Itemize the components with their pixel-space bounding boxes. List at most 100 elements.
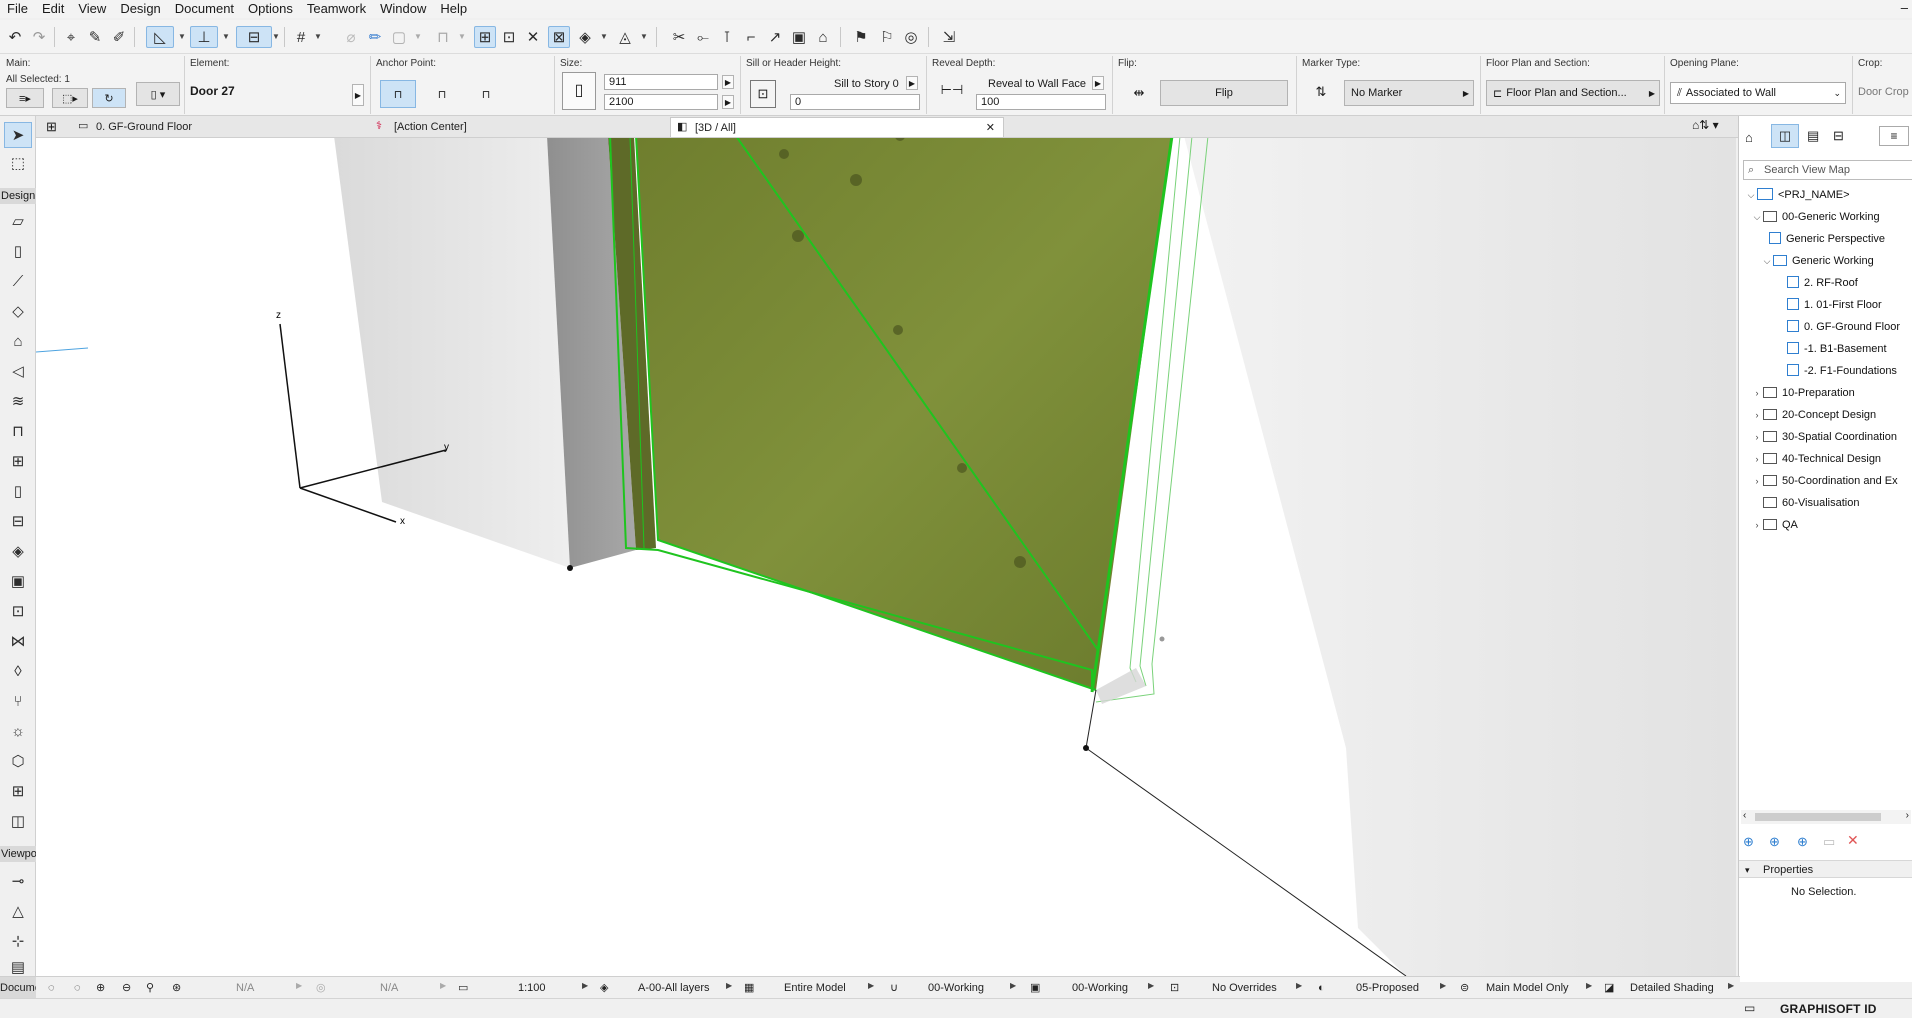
eyedropper-icon[interactable]: ✎ [84, 26, 106, 48]
layout-book-icon[interactable]: ▤ [1807, 128, 1819, 144]
syringe-icon[interactable]: ✐ [108, 26, 130, 48]
fillet-icon[interactable]: ⌐ [740, 26, 762, 48]
selection-filter-button[interactable]: ≡▸ [6, 88, 44, 108]
tree-folder[interactable]: ⌵ Generic Working [1761, 250, 1874, 272]
undo-icon[interactable]: ↶ [4, 26, 26, 48]
zoom-out-icon[interactable]: ⊖ [122, 977, 131, 999]
tab-3d-all[interactable]: ◧ [3D / All] ✕ [670, 117, 1004, 137]
sill-input[interactable]: 0 [790, 94, 920, 110]
tree-root[interactable]: ⌵ <PRJ_NAME> [1745, 184, 1850, 206]
column-tool-icon[interactable]: ▯ [7, 240, 29, 262]
right-wall-face[interactable] [1184, 138, 1736, 976]
section-tool-icon[interactable]: ◫ [7, 810, 29, 832]
morph-tool-icon[interactable]: ◊ [7, 660, 29, 682]
scroll-thumb[interactable] [1755, 813, 1881, 821]
railing-tool-icon[interactable]: ⊓ [7, 420, 29, 442]
tree-folder[interactable]: ⌵ 00-Generic Working [1751, 206, 1880, 228]
tree-folder[interactable]: › 30-Spatial Coordination [1751, 426, 1897, 448]
navigation-icon[interactable]: ◬ [614, 26, 636, 48]
section-marker-icon[interactable]: ⊸ [7, 870, 29, 892]
cut-icon[interactable]: ✂ [668, 26, 690, 48]
opening-tool-icon[interactable]: ▣ [7, 570, 29, 592]
document-section-header[interactable]: Docume [0, 977, 36, 999]
model-view-option[interactable]: Entire Model [784, 977, 846, 999]
viewpoint-section-header[interactable]: Viewpoi [0, 846, 36, 862]
beam-tool-icon[interactable]: ⟋ [7, 270, 29, 292]
adjust-icon[interactable]: ⟜ [692, 26, 714, 48]
chevron-right-icon[interactable]: ▶ [868, 981, 874, 990]
publisher-icon[interactable]: ⊟ [1833, 128, 1844, 144]
dimension-standard[interactable]: 00-Working [1072, 977, 1128, 999]
close-3d-icon[interactable]: ✕ [522, 26, 544, 48]
layers-icon[interactable]: ◈ [600, 977, 608, 999]
chevron-right-icon[interactable]: ▶ [582, 981, 588, 990]
sill-arrow[interactable]: ▶ [906, 76, 918, 90]
teamwork-icon[interactable]: ◎ [900, 26, 922, 48]
menu-options[interactable]: Options [241, 0, 300, 18]
chevron-right-icon[interactable]: ▶ [440, 981, 446, 990]
settings-icon[interactable]: ▭ [1823, 834, 1835, 850]
anchor-center-button[interactable]: ⊓ [424, 80, 460, 108]
mep-tool-icon[interactable]: ⬡ [7, 750, 29, 772]
door-leaf[interactable] [636, 138, 1172, 690]
chevron-right-icon[interactable]: ▶ [726, 981, 732, 990]
model-view-icon[interactable]: ▦ [744, 977, 754, 999]
3d-viewport[interactable]: z y x [36, 138, 1736, 976]
zoom-in-icon[interactable]: ⊕ [96, 977, 105, 999]
rotation-icon[interactable]: ◎ [316, 977, 326, 999]
anchor-left-button[interactable]: ⊓ [380, 80, 416, 108]
chevron-down-icon[interactable]: ▼ [600, 32, 608, 41]
menu-teamwork[interactable]: Teamwork [300, 0, 373, 18]
hotspot[interactable] [1159, 636, 1165, 642]
zone-tool-icon[interactable]: ⊡ [7, 600, 29, 622]
skylight-tool-icon[interactable]: ◈ [7, 540, 29, 562]
tree-view[interactable]: -1. B1-Basement [1787, 338, 1887, 360]
width-arrow[interactable]: ▶ [722, 75, 734, 89]
marquee-3d-icon[interactable]: ⊠ [548, 26, 570, 48]
find-select-icon[interactable]: ⌖ [60, 26, 82, 48]
3d-style[interactable]: Detailed Shading [1630, 977, 1714, 999]
3d-cutting-planes-icon[interactable]: ⊡ [498, 26, 520, 48]
walk-icon[interactable]: ⚲ [146, 977, 154, 999]
element-arrow[interactable]: ▶ [352, 84, 364, 106]
close-icon[interactable]: ✕ [986, 118, 995, 138]
elevation-marker-icon[interactable]: ⊺ [716, 26, 738, 48]
opening-plane-select[interactable]: ⫽ Associated to Wall ⌄ [1670, 82, 1846, 104]
anchor-right-button[interactable]: ⊓ [468, 80, 504, 108]
chevron-down-icon[interactable]: ▼ [222, 32, 230, 41]
dimension-icon[interactable]: ▣ [1030, 977, 1040, 999]
tree-folder[interactable]: › 20-Concept Design [1751, 404, 1876, 426]
structural-display[interactable]: Main Model Only [1486, 977, 1569, 999]
undo-view-icon[interactable]: ◌ [48, 977, 55, 999]
menu-icon[interactable]: ≡ [1879, 126, 1909, 146]
height-arrow[interactable]: ▶ [722, 95, 734, 109]
chevron-right-icon[interactable]: ▶ [1148, 981, 1154, 990]
curtain-wall-tool-icon[interactable]: ⊞ [7, 450, 29, 472]
chevron-right-icon[interactable]: ▶ [1728, 981, 1734, 990]
trace-icon[interactable]: ▢ [388, 26, 410, 48]
shell-tool-icon[interactable]: ◁ [7, 360, 29, 382]
window-tool-icon[interactable]: ⊟ [7, 510, 29, 532]
menu-help[interactable]: Help [433, 0, 474, 18]
curve-icon[interactable]: ↗ [764, 26, 786, 48]
orbit-icon[interactable]: ◈ [574, 26, 596, 48]
new-folder-icon[interactable]: ⊕ [1797, 834, 1808, 850]
snap-guides-icon[interactable]: ⊥ [190, 26, 218, 48]
panel-icon[interactable]: ▭ [1744, 1001, 1755, 1015]
tree-view[interactable]: Generic Perspective [1769, 228, 1885, 250]
tree-view[interactable]: 1. 01-First Floor [1787, 294, 1882, 316]
guide-lines-icon[interactable]: ◺ [146, 26, 174, 48]
clone-view-icon[interactable]: ⊕ [1769, 834, 1780, 850]
shading-icon[interactable]: ◪ [1604, 977, 1614, 999]
send-icon[interactable]: ⇲ [938, 26, 960, 48]
pen-set[interactable]: 00-Working [928, 977, 984, 999]
tab-action-center[interactable]: ⚕ [Action Center] [370, 117, 700, 137]
layer-combination[interactable]: A-00-All layers [638, 977, 710, 999]
menu-view[interactable]: View [71, 0, 113, 18]
new-view-icon[interactable]: ⊕ [1743, 834, 1754, 850]
sill-mode[interactable]: Sill to Story 0 [834, 78, 899, 90]
chevron-right-icon[interactable]: ▶ [1586, 981, 1592, 990]
roof-tool-icon[interactable]: ⌂ [7, 330, 29, 352]
suspend-groups-icon[interactable]: ⌀ [340, 26, 362, 48]
chevron-down-icon[interactable]: ▼ [458, 32, 466, 41]
